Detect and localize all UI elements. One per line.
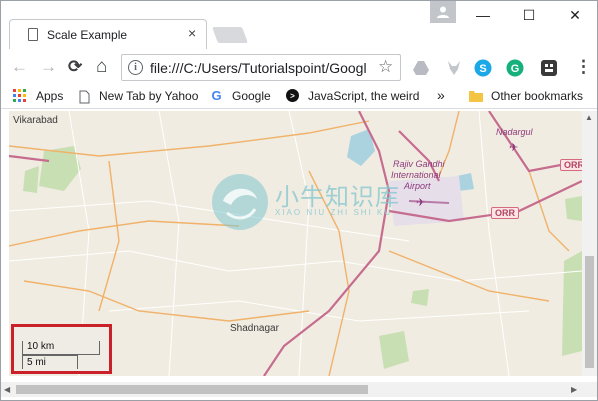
watermark-logo-icon (212, 174, 268, 230)
javascript-site-icon: > (286, 89, 299, 102)
minimize-button[interactable]: — (469, 5, 497, 25)
horizontal-scroll-thumb[interactable] (16, 385, 368, 394)
page-icon (28, 28, 38, 41)
airfield-plane-icon: ✈ (509, 142, 518, 154)
bookmark-google[interactable]: Google (232, 89, 271, 103)
airport-label-line1: Rajiv Gandhi (393, 159, 445, 169)
forward-icon[interactable]: → (40, 58, 57, 76)
grammarly-icon[interactable]: G (506, 59, 524, 77)
back-icon[interactable]: ← (11, 58, 28, 76)
apps-grid-icon (13, 89, 26, 102)
reload-icon[interactable]: ⟳ (68, 58, 82, 76)
orr-road-shield: ORR (491, 207, 519, 219)
svg-text:G: G (511, 63, 520, 75)
scale-km-label: 10 km (22, 341, 100, 355)
url-text[interactable]: file:///C:/Users/Tutorialspoint/Googl (150, 60, 372, 76)
orr-road-shield: ORR (560, 159, 582, 171)
scale-mi-label: 5 mi (22, 355, 78, 369)
person-icon (437, 6, 449, 18)
park-area (411, 289, 429, 306)
watermark-text: 小牛知识库 (275, 184, 400, 211)
bookmark-other[interactable]: Other bookmarks (491, 89, 583, 103)
info-icon[interactable]: i (128, 60, 143, 75)
scroll-up-arrow-icon[interactable]: ▲ (585, 113, 593, 122)
tab-close-icon[interactable]: × (188, 25, 196, 41)
place-label-nadargul: Nadargul (496, 127, 533, 137)
close-window-button[interactable]: ✕ (561, 5, 589, 25)
bookmarks-bar: Apps New Tab by Yahoo G Google > JavaScr… (1, 85, 597, 109)
browser-window: Scale Example × — ☐ ✕ ← → ⟳ ⌂ i file:///… (0, 0, 598, 401)
home-icon[interactable]: ⌂ (96, 57, 107, 76)
scroll-right-arrow-icon[interactable]: ▶ (571, 385, 577, 394)
more-bookmarks-chevron-icon[interactable]: » (437, 87, 445, 103)
menu-icon[interactable]: ⋮ (575, 58, 592, 76)
vertical-scroll-thumb[interactable] (585, 256, 594, 368)
park-area (562, 251, 582, 356)
svg-text:>: > (290, 92, 295, 101)
park-area (565, 196, 582, 221)
bookmark-star-icon[interactable]: ☆ (378, 57, 393, 77)
vertical-scrollbar[interactable]: ▲ (582, 111, 597, 376)
map-scale-control: 10 km 5 mi (11, 324, 112, 374)
horizontal-scrollbar[interactable]: ◀ ▶ (1, 382, 597, 397)
svg-text:G: G (211, 89, 221, 102)
tab-scale-example[interactable]: Scale Example × (9, 19, 207, 49)
title-bar: Scale Example × — ☐ ✕ (1, 1, 597, 49)
profile-button[interactable] (430, 1, 456, 23)
place-label-vikarabad: Vikarabad (13, 115, 58, 126)
svg-text:S: S (479, 63, 486, 75)
folder-icon (469, 91, 483, 102)
airport-plane-icon: ✈ (416, 197, 425, 209)
watermark-subtext: XIAO NIU ZHI SHI KU (275, 208, 393, 217)
maximize-button[interactable]: ☐ (515, 5, 543, 25)
place-label-shadnagar: Shadnagar (230, 323, 279, 334)
tab-title: Scale Example (47, 28, 128, 42)
airport-label-line3: Airport (404, 181, 431, 191)
bookmark-new-tab-yahoo[interactable]: New Tab by Yahoo (99, 89, 198, 103)
drive-extension-icon[interactable] (412, 59, 430, 77)
bookmark-apps[interactable]: Apps (36, 89, 63, 103)
extension-icon[interactable] (540, 59, 558, 77)
park-area (23, 166, 39, 193)
skype-icon[interactable]: S (474, 59, 492, 77)
goat-extension-icon[interactable] (445, 59, 463, 77)
new-tab-button[interactable] (212, 27, 248, 43)
bookmark-javascript[interactable]: JavaScript, the weird (308, 89, 419, 103)
scroll-left-arrow-icon[interactable]: ◀ (4, 385, 10, 394)
page-icon (79, 90, 90, 104)
park-area (379, 331, 409, 369)
google-icon: G (211, 89, 221, 102)
address-bar[interactable]: i file:///C:/Users/Tutorialspoint/Googl … (121, 54, 401, 81)
